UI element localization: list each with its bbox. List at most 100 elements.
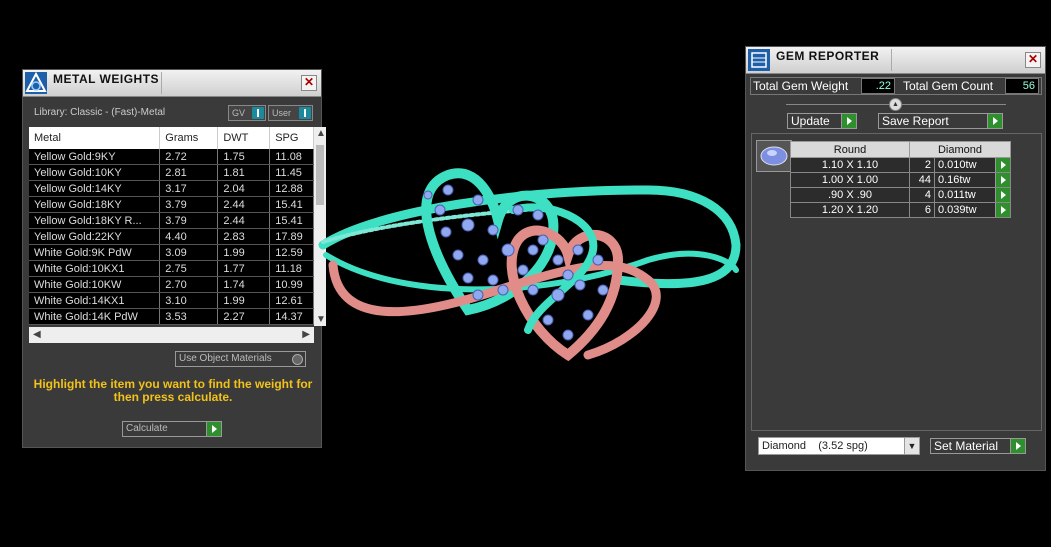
metal-weights-app-icon: [25, 72, 47, 94]
play-arrow-icon[interactable]: [995, 158, 1010, 172]
material-select[interactable]: Diamond (3.52 spg) ▼: [758, 437, 920, 455]
spg-cell: 11.18: [269, 260, 314, 277]
column-header-grams[interactable]: Grams: [159, 127, 219, 149]
play-arrow-icon: [1010, 439, 1025, 453]
metal-table: Metal Grams DWT SPG Yellow Gold:9KY 2.72 1…: [29, 127, 314, 325]
metal-table-row[interactable]: Yellow Gold:18KY 3.79 2.44 15.41: [29, 196, 314, 213]
dwt-cell: 2.27: [217, 308, 271, 325]
gem-table-row[interactable]: 1.10 X 1.10 2 0.010tw: [790, 157, 1012, 173]
metal-name-cell: Yellow Gold:10KY: [29, 164, 161, 181]
gem-count-cell: 44: [909, 172, 935, 188]
save-report-button[interactable]: Save Report: [878, 113, 1003, 129]
metal-table-row[interactable]: Yellow Gold:18KY R... 3.79 2.44 15.41: [29, 212, 314, 229]
gem-weight-cell: 0.039tw: [933, 202, 1012, 218]
spg-cell: 17.89: [269, 228, 314, 245]
set-material-label: Set Material: [934, 439, 999, 453]
metal-weights-title: METAL WEIGHTS: [53, 72, 160, 86]
metal-name-cell: Yellow Gold:14KY: [29, 180, 161, 197]
metal-table-row[interactable]: Yellow Gold:22KY 4.40 2.83 17.89: [29, 228, 314, 245]
play-arrow-icon[interactable]: [995, 203, 1010, 217]
set-material-button[interactable]: Set Material: [930, 438, 1026, 454]
metal-table-row[interactable]: Yellow Gold:10KY 2.81 1.81 11.45: [29, 164, 314, 181]
column-header-dwt[interactable]: DWT: [217, 127, 271, 149]
gem-size-cell-text: 1.00 X 1.00: [821, 174, 879, 186]
spg-cell: 11.08: [269, 149, 314, 165]
metal-name-cell: White Gold:14KX1: [29, 292, 161, 309]
round-gem-thumbnail[interactable]: [756, 140, 792, 172]
calculate-button[interactable]: Calculate: [122, 421, 222, 437]
scroll-right-icon[interactable]: ▶: [302, 329, 310, 340]
total-gem-weight-field: .22: [861, 78, 895, 94]
use-object-materials-toggle[interactable]: Use Object Materials: [175, 351, 306, 367]
column-header-round: Round: [790, 141, 910, 158]
save-report-label: Save Report: [882, 114, 949, 128]
spg-cell: 12.88: [269, 180, 314, 197]
spg-cell: 15.41: [269, 196, 314, 213]
toggle-switch-icon: [299, 107, 311, 119]
spg-cell: 14.37: [269, 308, 314, 325]
user-toggle[interactable]: User: [268, 105, 313, 121]
dwt-cell: 1.74: [217, 276, 271, 293]
gem-table-row[interactable]: .90 X .90 4 0.011tw: [790, 187, 1012, 203]
metal-table-row[interactable]: White Gold:10KW 2.70 1.74 10.99: [29, 276, 314, 293]
metal-name-cell: White Gold:9K PdW: [29, 244, 161, 261]
library-label: Library: Classic - (Fast)-Metal: [34, 107, 166, 118]
toggle-switch-icon: [252, 107, 264, 119]
material-select-value: Diamond (3.52 spg): [762, 440, 868, 452]
use-object-materials-label: Use Object Materials: [179, 353, 272, 364]
play-arrow-icon[interactable]: [995, 188, 1010, 202]
gem-table-row[interactable]: 1.20 X 1.20 6 0.039tw: [790, 202, 1012, 218]
update-label: Update: [791, 114, 830, 128]
gem-weight-cell-text: 0.039tw: [937, 204, 977, 216]
metal-table-row[interactable]: White Gold:10KX1 2.75 1.77 11.18: [29, 260, 314, 277]
dwt-cell: 2.83: [217, 228, 271, 245]
metal-table-header: Metal Grams DWT SPG: [29, 127, 314, 149]
spg-cell: 10.99: [269, 276, 314, 293]
collapse-icon[interactable]: ▲: [889, 98, 902, 111]
dwt-cell: 1.75: [217, 149, 271, 165]
spg-cell: 11.45: [269, 164, 314, 181]
grams-cell: 3.53: [159, 308, 219, 325]
gem-size-cell-text: 1.20 X 1.20: [821, 204, 879, 216]
gem-table-row[interactable]: 1.00 X 1.00 44 0.16tw: [790, 172, 1012, 188]
grams-cell: 3.79: [159, 212, 219, 229]
close-icon[interactable]: ✕: [1025, 52, 1041, 68]
gv-toggle[interactable]: GV: [228, 105, 266, 121]
dwt-cell: 1.81: [217, 164, 271, 181]
spg-cell: 15.41: [269, 212, 314, 229]
dwt-cell: 1.99: [217, 244, 271, 261]
gem-size-cell: 1.10 X 1.10: [790, 157, 910, 173]
scroll-up-icon[interactable]: ▲: [316, 128, 326, 139]
gem-table: Round Diamond 1.10 X 1.10 2 0.010tw 1.00 X …: [790, 141, 1012, 218]
gem-reporter-panel: GEM REPORTER ✕ Total Gem Weight .22 Tota…: [745, 46, 1046, 471]
gem-size-cell: .90 X .90: [790, 187, 910, 203]
gem-count-cell: 4: [909, 187, 935, 203]
metal-table-row[interactable]: Yellow Gold:9KY 2.72 1.75 11.08: [29, 149, 314, 165]
gem-size-cell: 1.00 X 1.00: [790, 172, 910, 188]
update-button[interactable]: Update: [787, 113, 857, 129]
horizontal-scrollbar[interactable]: ◀ ▶: [29, 327, 314, 343]
metal-table-row[interactable]: White Gold:14K PdW 3.53 2.27 14.37: [29, 308, 314, 325]
gem-reporter-titlebar[interactable]: GEM REPORTER ✕: [746, 47, 1045, 74]
play-arrow-icon: [987, 114, 1002, 128]
play-arrow-icon: [206, 422, 221, 436]
gem-table-header: Round Diamond: [790, 141, 1011, 158]
metal-name-cell: Yellow Gold:18KY R...: [29, 212, 161, 229]
titlebar-divider: [891, 49, 892, 71]
instruction-text: Highlight the item you want to find the …: [33, 377, 313, 404]
total-gem-weight-label: Total Gem Weight: [753, 79, 849, 93]
metal-table-row[interactable]: White Gold:9K PdW 3.09 1.99 12.59: [29, 244, 314, 261]
column-header-metal[interactable]: Metal: [29, 127, 161, 149]
calculate-label: Calculate: [126, 423, 168, 434]
close-icon[interactable]: ✕: [301, 75, 317, 91]
titlebar-divider: [161, 72, 162, 94]
metal-table-row[interactable]: Yellow Gold:14KY 3.17 2.04 12.88: [29, 180, 314, 197]
metal-weights-titlebar[interactable]: METAL WEIGHTS ✕: [23, 70, 321, 97]
ring-3d-viewport[interactable]: [318, 150, 743, 375]
scroll-left-icon[interactable]: ◀: [33, 329, 41, 340]
grams-cell: 3.09: [159, 244, 219, 261]
play-arrow-icon[interactable]: [995, 173, 1010, 187]
column-header-spg[interactable]: SPG: [269, 127, 314, 149]
gem-reporter-title: GEM REPORTER: [776, 49, 880, 63]
metal-table-row[interactable]: White Gold:14KX1 3.10 1.99 12.61: [29, 292, 314, 309]
